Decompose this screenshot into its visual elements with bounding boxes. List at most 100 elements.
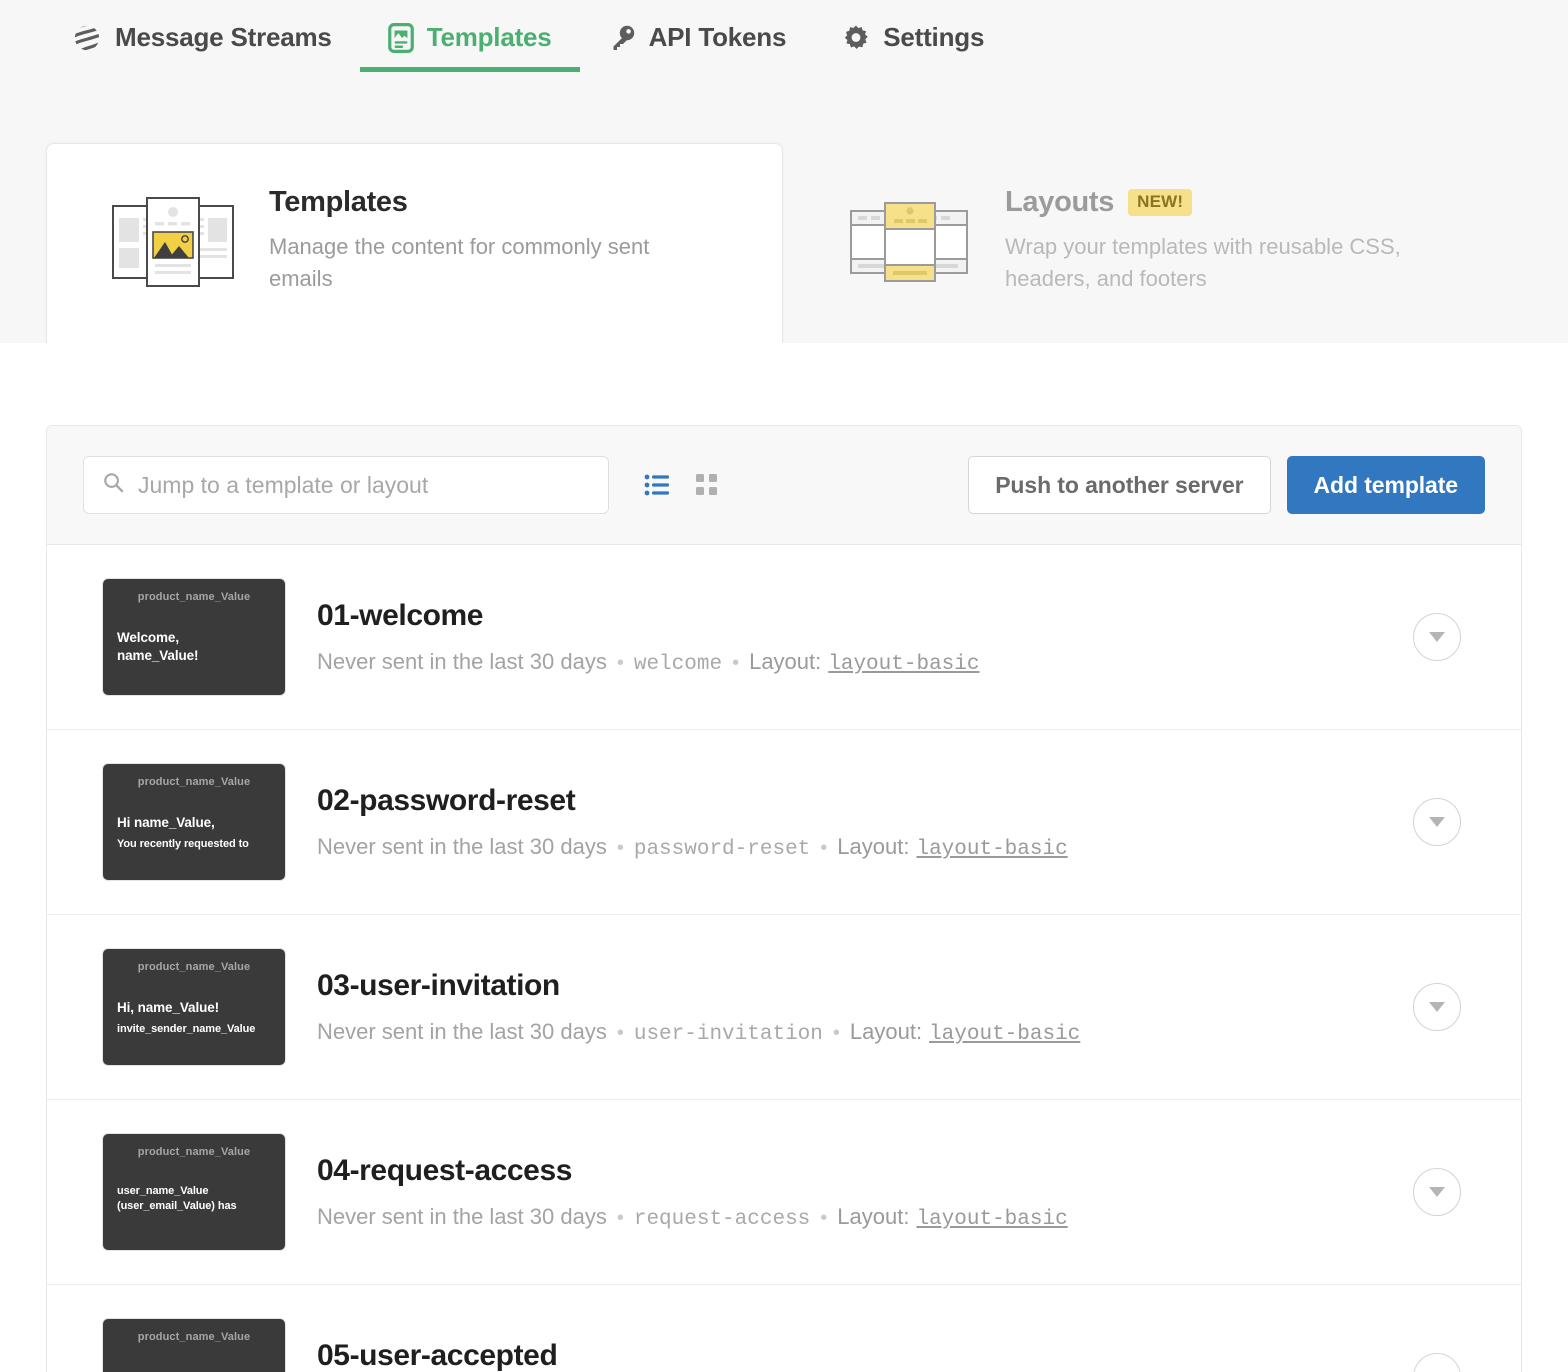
- nav-label-api-tokens: API Tokens: [648, 22, 787, 52]
- add-template-button[interactable]: Add template: [1286, 456, 1485, 514]
- tab-card-layouts-description: Wrap your templates with reusable CSS, h…: [1005, 233, 1401, 291]
- new-badge: NEW!: [1128, 188, 1193, 216]
- meta-separator: •: [616, 1206, 624, 1229]
- tab-card-layouts-text: Layouts NEW! Wrap your templates with re…: [1005, 186, 1476, 295]
- chevron-down-icon: [1429, 1002, 1445, 1012]
- template-name[interactable]: 01-welcome: [317, 599, 1413, 633]
- templates-page: Message Streams Templates API Tokens Set…: [0, 0, 1568, 1372]
- template-thumbnail[interactable]: product_name_Value user_name_Value (user_…: [103, 1134, 285, 1250]
- template-name[interactable]: 03-user-invitation: [317, 969, 1413, 1003]
- row-actions-chevron-down-icon[interactable]: [1413, 798, 1461, 846]
- nav-item-api-tokens[interactable]: API Tokens: [580, 0, 815, 81]
- table-row[interactable]: product_name_Value Hi name_Value, You re…: [47, 730, 1521, 915]
- thumbnail-subtext: You recently requested to: [117, 838, 249, 851]
- table-row[interactable]: product_name_Value Hi name_Value! admin_…: [47, 1285, 1521, 1372]
- templates-list-panel: Push to another server Add template prod…: [46, 425, 1522, 1372]
- template-info: 01-welcome Never sent in the last 30 day…: [285, 599, 1413, 676]
- meta-separator: •: [820, 836, 828, 859]
- section-tabs: Templates Manage the content for commonl…: [0, 81, 1568, 343]
- push-to-another-server-button[interactable]: Push to another server: [968, 456, 1271, 514]
- template-thumbnail[interactable]: product_name_Value Hi name_Value! admin_…: [103, 1319, 285, 1372]
- search-input[interactable]: [83, 456, 609, 514]
- gear-icon: [842, 24, 870, 58]
- template-name[interactable]: 05-user-accepted: [317, 1339, 1413, 1372]
- meta-separator: •: [616, 651, 624, 674]
- template-thumbnail[interactable]: product_name_Value Welcome, name_Value!: [103, 579, 285, 695]
- view-toggle-group: [643, 471, 721, 499]
- thumbnail-subtext: invite_sender_name_Value: [117, 1023, 256, 1036]
- template-alias: user-invitation: [633, 1022, 823, 1046]
- tab-card-templates-title: Templates: [269, 186, 738, 219]
- templates-toolbar: Push to another server Add template: [47, 426, 1521, 545]
- nav-label-settings: Settings: [883, 22, 985, 52]
- template-info: 02-password-reset Never sent in the last…: [285, 784, 1413, 861]
- template-info: 05-user-accepted Never sent in the last …: [285, 1339, 1413, 1372]
- table-row[interactable]: product_name_Value Hi, name_Value! invit…: [47, 915, 1521, 1100]
- tab-card-layouts[interactable]: Layouts NEW! Wrap your templates with re…: [783, 143, 1520, 343]
- thumbnail-subtext: user_name_Value (user_email_Value) has: [117, 1185, 237, 1212]
- tab-card-templates-title-text: Templates: [269, 186, 408, 219]
- layout-link[interactable]: layout-basic: [916, 1208, 1067, 1231]
- template-sent-status: Never sent in the last 30 days: [317, 1018, 607, 1044]
- layout-link[interactable]: layout-basic: [916, 838, 1067, 861]
- templates-list: product_name_Value Welcome, name_Value! 0…: [47, 545, 1521, 1372]
- template-name[interactable]: 04-request-access: [317, 1154, 1413, 1188]
- meta-separator: •: [732, 651, 740, 674]
- nav-item-settings[interactable]: Settings: [814, 0, 1012, 81]
- template-thumbnail[interactable]: product_name_Value Hi, name_Value! invit…: [103, 949, 285, 1065]
- search-container: [83, 456, 609, 514]
- layout-label: Layout:: [837, 833, 910, 859]
- tab-card-templates-text: Templates Manage the content for commonl…: [269, 186, 738, 295]
- nav-label-message-streams: Message Streams: [115, 22, 332, 52]
- meta-separator: •: [832, 1021, 840, 1044]
- template-sent-status: Never sent in the last 30 days: [317, 1203, 607, 1229]
- row-actions-chevron-down-icon[interactable]: [1413, 983, 1461, 1031]
- template-doc-icon: [387, 22, 414, 59]
- thumbnail-heading: Welcome, name_Value!: [117, 630, 199, 664]
- tab-card-templates-description: Manage the content for commonly sent ema…: [269, 234, 650, 291]
- template-name[interactable]: 02-password-reset: [317, 784, 1413, 818]
- templates-panel-wrapper: Push to another server Add template prod…: [0, 425, 1568, 1372]
- streams-icon: [72, 23, 102, 59]
- layout-label: Layout:: [849, 1018, 923, 1044]
- chevron-down-icon: [1429, 632, 1445, 642]
- row-actions-chevron-down-icon[interactable]: [1413, 1353, 1461, 1372]
- tab-card-layouts-title: Layouts NEW!: [1005, 186, 1476, 219]
- list-view-icon[interactable]: [643, 471, 671, 499]
- thumbnail-brand: product_name_Value: [137, 1146, 251, 1158]
- nav-item-templates[interactable]: Templates: [359, 0, 580, 81]
- tab-card-layouts-title-text: Layouts: [1005, 185, 1115, 218]
- chevron-down-icon: [1429, 1187, 1445, 1197]
- template-meta: Never sent in the last 30 days • welcome…: [317, 649, 1413, 676]
- thumbnail-brand: product_name_Value: [137, 1331, 251, 1343]
- grid-view-icon[interactable]: [693, 471, 721, 499]
- layouts-stack-illustration: [843, 185, 975, 295]
- meta-separator: •: [820, 1206, 828, 1229]
- chevron-down-icon: [1429, 817, 1445, 827]
- template-sent-status: Never sent in the last 30 days: [317, 648, 607, 674]
- layout-label: Layout:: [749, 648, 822, 674]
- thumbnail-brand: product_name_Value: [137, 961, 251, 973]
- thumbnail-brand: product_name_Value: [137, 591, 251, 603]
- table-row[interactable]: product_name_Value Welcome, name_Value! 0…: [47, 545, 1521, 730]
- tab-card-templates[interactable]: Templates Manage the content for commonl…: [46, 143, 783, 343]
- template-info: 03-user-invitation Never sent in the las…: [285, 969, 1413, 1046]
- template-info: 04-request-access Never sent in the last…: [285, 1154, 1413, 1231]
- layout-link[interactable]: layout-basic: [828, 653, 979, 676]
- row-actions-chevron-down-icon[interactable]: [1413, 1168, 1461, 1216]
- templates-stack-illustration: [107, 186, 239, 296]
- thumbnail-heading: Hi, name_Value!: [117, 1000, 220, 1015]
- template-alias: request-access: [633, 1207, 811, 1231]
- nav-label-templates: Templates: [426, 22, 552, 52]
- template-alias: welcome: [633, 652, 723, 676]
- template-meta: Never sent in the last 30 days • passwor…: [317, 834, 1413, 861]
- nav-item-message-streams[interactable]: Message Streams: [44, 0, 360, 81]
- template-sent-status: Never sent in the last 30 days: [317, 833, 607, 859]
- row-actions-chevron-down-icon[interactable]: [1413, 613, 1461, 661]
- thumbnail-brand: product_name_Value: [137, 776, 251, 788]
- template-thumbnail[interactable]: product_name_Value Hi name_Value, You re…: [103, 764, 285, 880]
- table-row[interactable]: product_name_Value user_name_Value (user_…: [47, 1100, 1521, 1285]
- layout-link[interactable]: layout-basic: [929, 1023, 1080, 1046]
- layout-label: Layout:: [837, 1203, 910, 1229]
- template-meta: Never sent in the last 30 days • user-in…: [317, 1019, 1413, 1046]
